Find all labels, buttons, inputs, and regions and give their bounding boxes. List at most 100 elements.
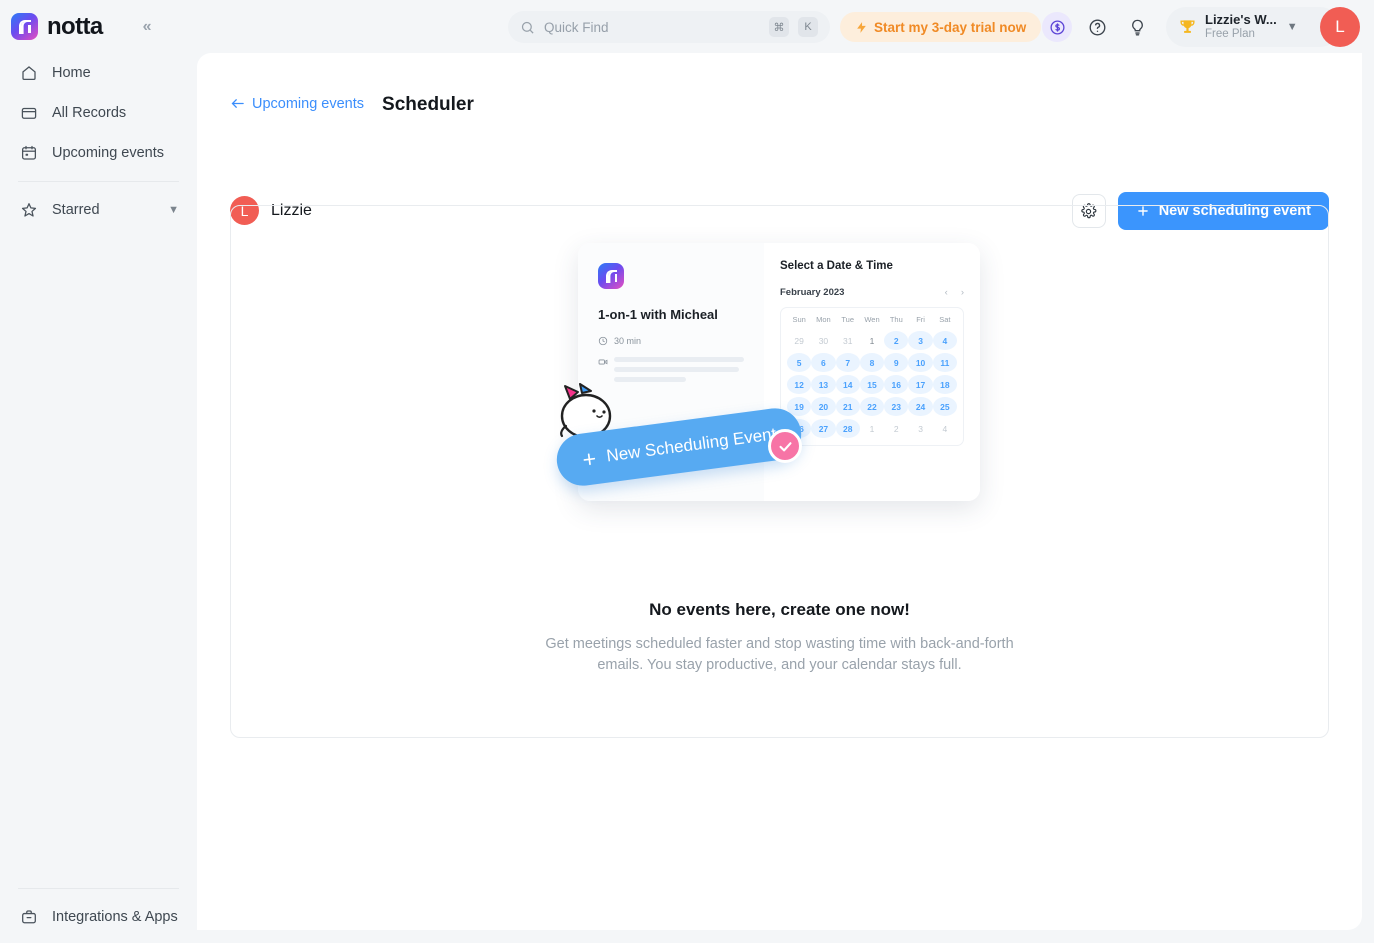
notta-logo-icon [11,13,38,40]
brand-logo[interactable]: notta [0,13,103,41]
placeholder-bar [614,367,739,372]
sidebar-divider [18,181,179,182]
sidebar-divider-bottom [18,888,179,889]
calendar-day[interactable]: 10 [908,353,933,372]
preview-detail-placeholder [598,357,744,382]
calendar-day[interactable]: 25 [932,397,957,416]
calendar-day: 29 [794,335,804,346]
trophy-icon [1180,19,1195,33]
calendar-dow-label: Sun [792,315,806,324]
scheduler-preview-calendar: Select a Date & Time February 2023 ‹ › S… [764,243,980,501]
calendar-day[interactable]: 22 [859,397,885,416]
video-camera-icon [598,359,608,365]
sidebar-item-label: Integrations & Apps [52,909,178,925]
calendar-day[interactable]: 11 [932,353,957,372]
placeholder-bar [614,377,686,382]
credits-button[interactable] [1042,12,1072,42]
calendar-day[interactable]: 15 [859,375,885,394]
search-icon [521,21,534,34]
coin-dollar-icon [1049,19,1065,35]
calendar-day: 4 [942,423,948,434]
main-panel: Upcoming events Scheduler L Lizzie New s… [197,53,1362,930]
start-trial-button[interactable]: Start my 3-day trial now [840,12,1042,42]
calendar-day: 30 [818,335,829,346]
chevron-down-icon: ▼ [1286,21,1298,33]
breadcrumb-back-label: Upcoming events [252,95,365,112]
sidebar-item-label: Home [52,65,91,81]
sidebar-item-home[interactable]: Home [8,53,189,93]
preview-calendar-title: Select a Date & Time [780,260,893,272]
briefcase-icon [20,908,38,926]
calendar-day: 31 [842,335,853,346]
bolt-icon [857,21,866,33]
avatar[interactable]: L [1320,7,1360,47]
calendar-day[interactable]: 4 [932,331,957,350]
chevron-down-icon: ▼ [168,204,179,216]
chevrons-left-icon[interactable]: « [143,18,152,35]
calendar-day: 1 [869,335,875,346]
calendar-day[interactable]: 3 [908,331,933,350]
calendar-day[interactable]: 14 [835,375,860,394]
folder-icon [20,104,38,122]
workspace-plan: Free Plan [1205,27,1255,40]
sidebar-footer: Integrations & Apps [0,880,197,937]
calendar-day[interactable]: 27 [811,419,836,438]
calendar-month-label: February 2023 [780,287,845,298]
empty-state-card: 1-on-1 with Micheal 30 min Select a Date… [230,205,1329,738]
calendar-day[interactable]: 16 [884,375,909,394]
calendar-day[interactable]: 13 [811,375,836,394]
lightbulb-icon [1131,19,1143,35]
calendar-dow-label: Sat [939,315,951,324]
calendar-day: 2 [893,423,899,434]
preview-duration-label: 30 min [614,336,642,346]
calendar-day[interactable]: 21 [835,397,860,416]
notta-logo-icon [598,263,624,289]
chevron-left-icon[interactable]: ‹ [945,287,948,298]
breadcrumb-back-link[interactable]: Upcoming events [230,96,364,112]
sidebar: Home All Records Upcoming events Starred… [0,53,197,943]
calendar-day[interactable]: 6 [811,353,836,372]
sidebar-item-all-records[interactable]: All Records [8,93,189,133]
tips-button[interactable] [1123,13,1151,41]
calendar-dow-label: Fri [916,315,925,324]
breadcrumb: Upcoming events Scheduler [230,94,474,116]
empty-state-illustration: 1-on-1 with Micheal 30 min Select a Date… [553,243,986,533]
help-button[interactable] [1083,13,1111,41]
calendar-dow-label: Tue [841,315,855,324]
shortcut-cmd-key: ⌘ [769,17,789,37]
chevron-right-icon[interactable]: › [961,287,964,298]
ribbon-label: New Scheduling Event [605,424,778,466]
preview-duration: 30 min [598,336,744,346]
calendar-day[interactable]: 24 [908,397,933,416]
search-input[interactable]: Quick Find ⌘ K [508,11,830,43]
plus-icon [583,453,596,465]
calendar-day: 1 [869,423,875,434]
calendar-day[interactable]: 18 [932,375,957,394]
sidebar-item-integrations[interactable]: Integrations & Apps [8,897,189,937]
calendar-dow-label: Mon [816,315,831,324]
calendar-day[interactable]: 17 [908,375,933,394]
calendar-day[interactable]: 7 [835,353,860,372]
sidebar-item-upcoming-events[interactable]: Upcoming events [8,133,189,173]
page-title: Scheduler [382,94,474,115]
calendar-dow-label: Wen [864,315,880,324]
calendar-day[interactable]: 20 [811,397,836,416]
start-trial-label: Start my 3-day trial now [874,19,1027,35]
calendar-day[interactable]: 12 [787,375,812,394]
preview-event-title: 1-on-1 with Micheal [598,307,718,322]
empty-state-description: Get meetings scheduled faster and stop w… [545,636,1014,674]
empty-state-title: No events here, create one now! [649,600,910,619]
calendar-day[interactable]: 2 [884,331,909,350]
workspace-switcher[interactable]: Lizzie's W... Free Plan ▼ [1166,7,1340,47]
workspace-name: Lizzie's W... [1205,11,1277,27]
calendar-day[interactable]: 23 [884,397,909,416]
brand-name: notta [47,12,103,40]
calendar-day[interactable]: 5 [787,353,812,372]
home-icon [20,64,38,82]
calendar-day[interactable]: 9 [884,353,909,372]
sidebar-item-label: All Records [52,105,127,121]
calendar-day[interactable]: 28 [835,419,860,438]
calendar-day[interactable]: 8 [859,353,885,372]
calendar-dow-label: Thu [889,315,903,324]
sidebar-item-starred[interactable]: Starred ▼ [8,190,189,230]
